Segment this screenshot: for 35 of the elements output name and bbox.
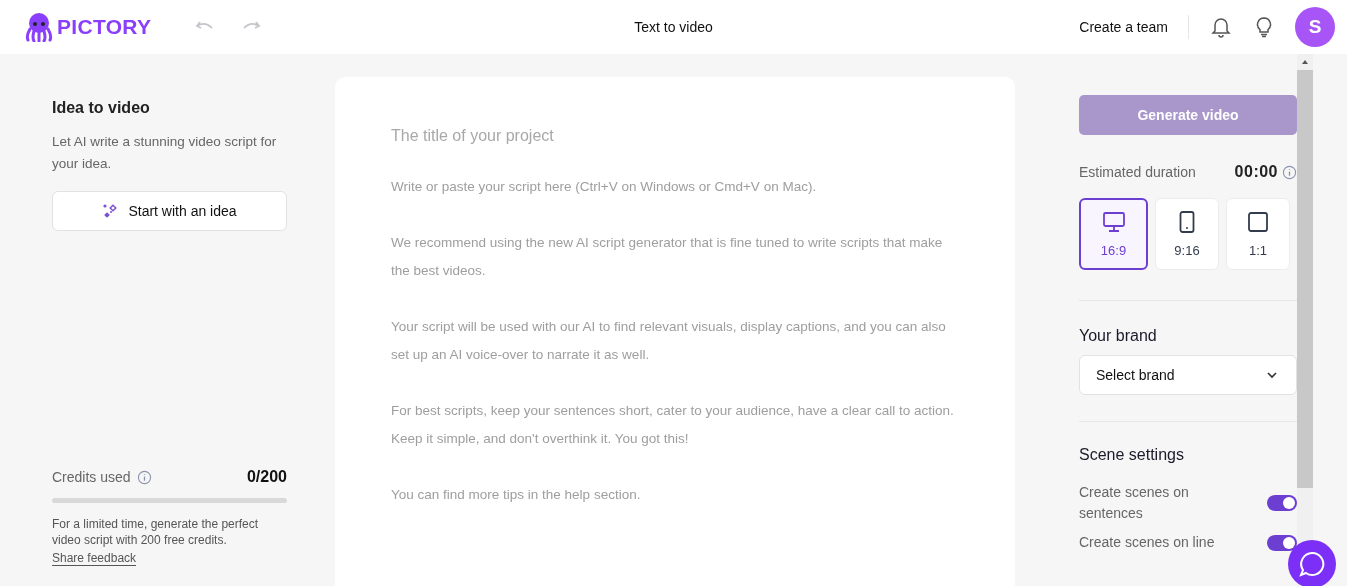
info-icon xyxy=(1282,164,1297,180)
share-feedback-link[interactable]: Share feedback xyxy=(52,551,137,566)
logo-wordmark: PICTORY xyxy=(57,15,152,39)
start-with-idea-button[interactable]: Start with an idea xyxy=(52,191,287,231)
user-avatar[interactable]: S xyxy=(1295,7,1335,47)
toggle-switch[interactable] xyxy=(1267,534,1297,551)
section-heading: Idea to video xyxy=(52,99,151,117)
credits-count: 0/200 xyxy=(246,468,287,486)
scroll-up-arrow-icon[interactable] xyxy=(1301,58,1309,66)
octopus-logo-icon xyxy=(25,12,53,42)
duration-label: Estimated duration xyxy=(1079,164,1197,180)
create-team-link[interactable]: Create a team xyxy=(1079,19,1168,35)
scene-option-label: Create scenes on sentences xyxy=(1079,483,1190,523)
toggle-switch[interactable] xyxy=(1267,495,1297,511)
scene-option-label: Create scenes on line xyxy=(1079,533,1216,552)
square-icon xyxy=(1247,210,1269,233)
chevron-down-icon xyxy=(1266,371,1278,379)
section-heading: Scene settings xyxy=(1079,446,1185,464)
chat-button[interactable] xyxy=(1288,540,1336,586)
info-icon xyxy=(136,469,152,485)
brand-dropdown[interactable]: Select brand xyxy=(1079,355,1297,395)
phone-icon xyxy=(1179,210,1195,233)
scrollbar[interactable] xyxy=(1297,54,1313,586)
duration-value: 00:00 xyxy=(1234,163,1278,181)
idea-description: Let AI write a stunning video script for your idea. xyxy=(52,133,278,173)
credits-label: Credits used xyxy=(52,469,131,485)
aspect-ratio-option[interactable]: 9:16 xyxy=(1155,198,1219,270)
credits-note: For a limited time, generate the perfect video script with 200 free credits. xyxy=(52,516,260,548)
aspect-ratio-option[interactable]: 16:9 xyxy=(1079,198,1148,270)
chat-bubble-icon xyxy=(1298,550,1326,578)
sparkle-icon xyxy=(102,203,119,219)
aspect-ratio-option[interactable]: 1:1 xyxy=(1226,198,1290,270)
page-title: Text to video xyxy=(634,19,713,35)
monitor-icon xyxy=(1101,210,1126,233)
section-heading: Your brand xyxy=(1079,327,1158,345)
